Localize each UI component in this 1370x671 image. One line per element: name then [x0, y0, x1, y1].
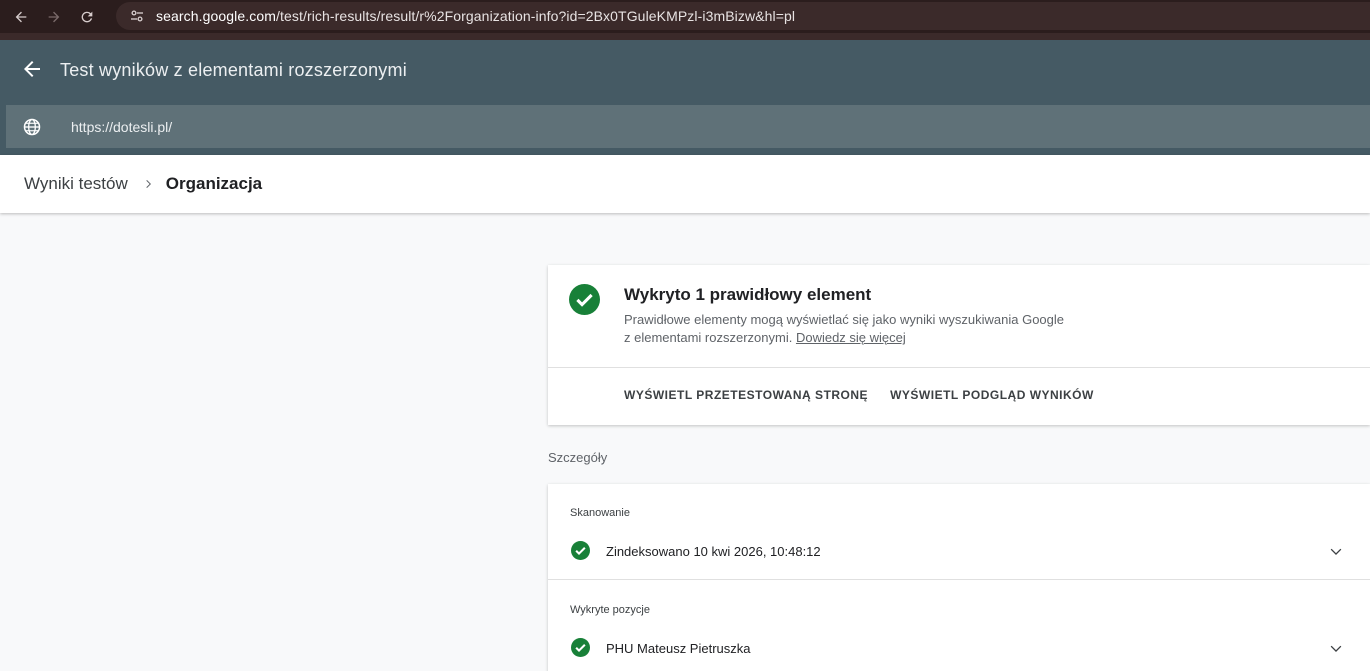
description-line-1: Prawidłowe elementy mogą wyświetlać się …: [624, 312, 1065, 327]
browser-reload-button[interactable]: [75, 5, 99, 29]
tested-url-bar[interactable]: https://dotesli.pl/: [6, 105, 1370, 148]
crawl-row[interactable]: Zindeksowano 10 kwi 2026, 10:48:12: [548, 536, 1370, 566]
divider: [548, 579, 1370, 580]
crawl-group-title: Skanowanie: [570, 507, 630, 519]
description-line-2: z elementami rozszerzonymi.: [624, 330, 793, 345]
app-title: Test wyników z elementami rozszerzonymi: [60, 60, 407, 80]
detected-items-group: Wykryte pozycje PHU Mateusz Pietruszka: [548, 581, 1370, 671]
globe-icon: [23, 118, 41, 135]
check-circle-icon: [569, 284, 600, 315]
view-tested-page-button[interactable]: WYŚWIETL PRZETESTOWANĄ STRONĘ: [624, 388, 868, 402]
view-results-preview-button[interactable]: WYŚWIETL PODGLĄD WYNIKÓW: [890, 388, 1094, 402]
result-headline: Wykryto 1 prawidłowy element: [624, 285, 872, 304]
address-bar[interactable]: search.google.com/test/rich-results/resu…: [116, 2, 1370, 30]
url-path: /test/rich-results/result/r%2Forganizati…: [276, 8, 796, 24]
breadcrumb-current: Organizacja: [165, 174, 263, 193]
arrow-right-icon: [48, 11, 60, 22]
tested-url: https://dotesli.pl/: [71, 118, 173, 135]
check-circle-icon: [571, 638, 590, 657]
check-circle-icon: [571, 541, 590, 560]
app-header: Test wyników z elementami rozszerzonymi …: [0, 40, 1370, 155]
back-arrow-icon[interactable]: [20, 57, 44, 81]
detected-item-row[interactable]: PHU Mateusz Pietruszka: [548, 633, 1370, 663]
arrow-left-icon: [15, 11, 27, 22]
crawl-group: Skanowanie Zindeksowano 10 kwi 2026, 10:…: [548, 484, 1370, 580]
detected-item-label: PHU Mateusz Pietruszka: [606, 641, 751, 656]
site-settings-icon[interactable]: [128, 7, 146, 25]
divider: [548, 367, 1370, 368]
browser-toolbar: search.google.com/test/rich-results/resu…: [0, 0, 1370, 33]
chevron-right-icon: [146, 180, 151, 188]
breadcrumb-parent[interactable]: Wyniki testów: [24, 174, 128, 194]
chevron-down-icon[interactable]: [1328, 543, 1344, 559]
details-card: Skanowanie Zindeksowano 10 kwi 2026, 10:…: [548, 484, 1370, 671]
result-description: Prawidłowe elementy mogą wyświetlać się …: [624, 311, 1104, 347]
reload-icon: [81, 11, 93, 22]
crawl-status: Zindeksowano 10 kwi 2026, 10:48:12: [606, 544, 821, 559]
url-host: search.google.com: [156, 8, 276, 24]
browser-toolbar-edge: [0, 33, 1370, 40]
browser-back-button[interactable]: [9, 5, 33, 29]
detected-items-title: Wykryte pozycje: [570, 604, 650, 616]
browser-forward-button[interactable]: [42, 5, 66, 29]
learn-more-link[interactable]: Dowiedz się więcej: [796, 330, 906, 345]
result-actions: WYŚWIETL PRZETESTOWANĄ STRONĘ WYŚWIETL P…: [624, 388, 1094, 402]
details-section-title: Szczegóły: [548, 450, 608, 465]
breadcrumb: Wyniki testów Organizacja: [0, 155, 1370, 213]
address-url[interactable]: search.google.com/test/rich-results/resu…: [156, 8, 795, 24]
chevron-down-icon[interactable]: [1328, 640, 1344, 656]
result-summary-card: Wykryto 1 prawidłowy element Prawidłowe …: [548, 265, 1370, 425]
